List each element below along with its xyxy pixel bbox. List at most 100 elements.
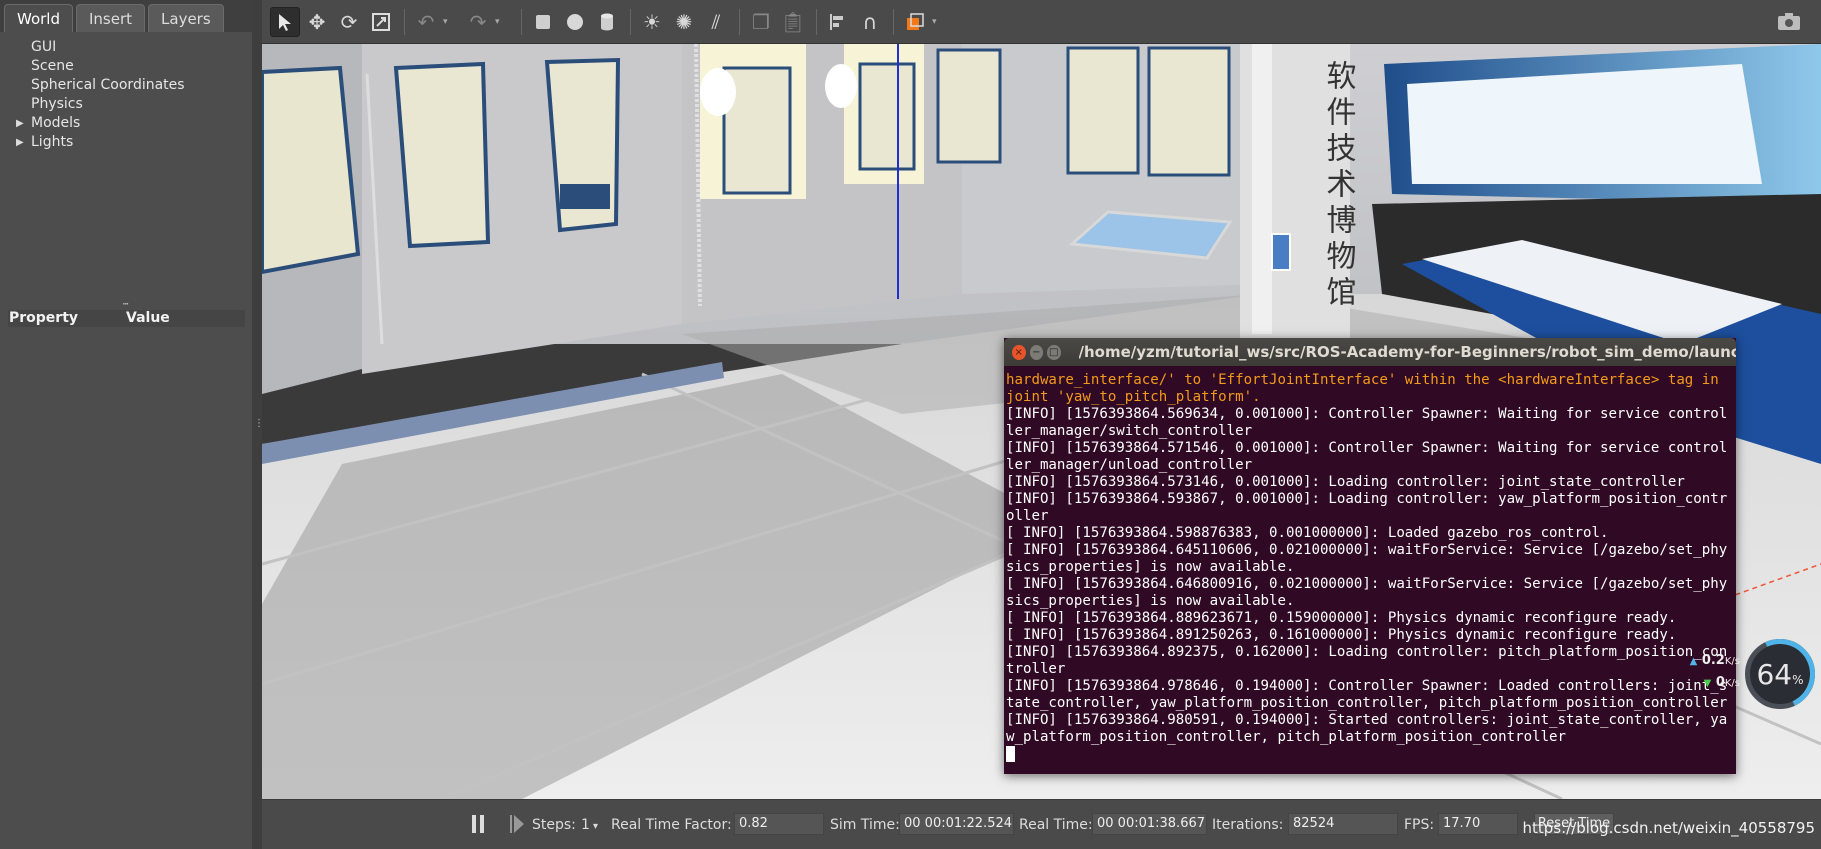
terminal-line: [INFO] [1576393864.980591, 0.194000]: St… <box>1006 712 1728 745</box>
tree-item-scene[interactable]: Scene <box>0 57 252 76</box>
terminal-output[interactable]: hardware_interface/' to 'EffortJointInte… <box>1004 366 1736 768</box>
pause-icon <box>472 815 484 833</box>
watermark: https://blog.csdn.net/weixin_40558795 <box>1522 819 1815 837</box>
world-tree: GUI Scene Spherical Coordinates Physics … <box>0 38 252 152</box>
insert-cylinder-button[interactable] <box>592 7 622 37</box>
upload-value: 0.2 <box>1701 653 1725 668</box>
terminal-line: [ INFO] [1576393864.889623671, 0.1590000… <box>1006 610 1677 626</box>
pause-button[interactable] <box>470 814 486 838</box>
spot-light-icon: ✺ <box>675 9 693 34</box>
upload-rate: ▲ 0.2K/s <box>1668 653 1746 675</box>
tree-item-gui[interactable]: GUI <box>0 38 252 57</box>
tab-layers[interactable]: Layers <box>148 4 224 32</box>
redo-icon: ↷ <box>469 9 487 34</box>
terminal-window[interactable]: × − □ /home/yzm/tutorial_ws/src/ROS-Acad… <box>1004 338 1736 774</box>
steps-label: Steps: <box>532 817 576 833</box>
redo-button[interactable]: ↷ <box>463 7 493 37</box>
align-icon <box>830 13 843 30</box>
fps-field: 17.70 <box>1438 813 1518 835</box>
change-view-icon <box>907 12 924 30</box>
left-panel: World Insert Layers GUI Scene Spherical … <box>0 0 252 849</box>
directional-light-icon: ⫽ <box>711 9 721 34</box>
rtf-label: Real Time Factor: <box>611 817 732 833</box>
undo-button[interactable]: ↶ <box>411 7 441 37</box>
real-time-label: Real Time: <box>1019 817 1093 833</box>
copy-button[interactable]: ❐ <box>746 7 776 37</box>
rtf-field: 0.82 <box>734 813 824 835</box>
terminal-line: [ INFO] [1576393864.598876383, 0.0010000… <box>1006 525 1609 541</box>
cpu-usage-unit: % <box>1792 673 1804 687</box>
panel-splitter[interactable]: ⋮ <box>252 0 264 849</box>
paste-icon: 📋︎ <box>780 9 806 34</box>
iterations-label: Iterations: <box>1212 817 1284 833</box>
maximize-icon[interactable]: □ <box>1047 344 1061 360</box>
snap-icon: ∩ <box>862 9 878 34</box>
download-arrow-icon: ▼ <box>1703 678 1712 689</box>
snap-button[interactable]: ∩ <box>855 7 885 37</box>
sim-time-label: Sim Time: <box>830 817 900 833</box>
view-dropdown-icon[interactable]: ▾ <box>932 17 946 27</box>
terminal-line: [INFO] [1576393864.569634, 0.001000]: Co… <box>1006 406 1728 439</box>
upload-arrow-icon: ▲ <box>1689 656 1698 667</box>
upload-unit: K/s <box>1724 656 1740 667</box>
resize-handle-icon[interactable]: ┅ <box>123 300 129 310</box>
rotate-icon: ⟳ <box>340 9 358 34</box>
cpu-usage-percent: 64% <box>1750 658 1810 691</box>
screenshot-icon[interactable] <box>1777 11 1801 33</box>
tree-item-label: Models <box>31 115 81 131</box>
toolbar-separator <box>404 8 405 35</box>
expand-arrow-icon[interactable]: ▶ <box>16 114 24 133</box>
real-time-field: 00 00:01:38.667 <box>1092 813 1207 835</box>
fps-label: FPS: <box>1404 817 1435 833</box>
close-icon[interactable]: × <box>1012 344 1026 360</box>
tree-item-label: Spherical Coordinates <box>31 77 185 93</box>
undo-dropdown-icon[interactable]: ▾ <box>443 17 457 27</box>
tree-item-spherical-coordinates[interactable]: Spherical Coordinates <box>0 76 252 95</box>
scale-mode-button[interactable] <box>366 7 396 37</box>
download-rate: ▼ 0K/s <box>1668 675 1746 697</box>
insert-sphere-button[interactable] <box>560 7 590 37</box>
tree-item-label: Lights <box>31 134 74 150</box>
steps-dropdown-icon[interactable]: ▾ <box>593 821 598 832</box>
property-table-header: Property Value <box>8 310 245 327</box>
terminal-line: [INFO] [1576393864.892375, 0.162000]: Lo… <box>1006 644 1728 677</box>
terminal-line: hardware_interface/' to 'EffortJointInte… <box>1006 372 1728 405</box>
insert-point-light-button[interactable]: ☀ <box>637 7 667 37</box>
steps-value[interactable]: 1 <box>581 817 590 833</box>
rotate-mode-button[interactable]: ⟳ <box>334 7 364 37</box>
insert-spot-light-button[interactable]: ✺ <box>669 7 699 37</box>
change-view-button[interactable] <box>900 7 930 37</box>
toolbar-separator <box>893 8 894 35</box>
download-value: 0 <box>1715 675 1725 690</box>
expand-arrow-icon[interactable]: ▶ <box>16 133 24 152</box>
step-button[interactable] <box>509 814 525 838</box>
tab-world[interactable]: World <box>4 4 73 32</box>
redo-dropdown-icon[interactable]: ▾ <box>495 17 509 27</box>
terminal-line: [ INFO] [1576393864.646800916, 0.0210000… <box>1006 576 1728 609</box>
minimize-icon[interactable]: − <box>1029 344 1043 360</box>
terminal-line: [INFO] [1576393864.593867, 0.001000]: Lo… <box>1006 491 1728 524</box>
tree-item-models[interactable]: ▶ Models <box>0 114 252 133</box>
insert-directional-light-button[interactable]: ⫽ <box>701 7 731 37</box>
insert-box-button[interactable] <box>528 7 558 37</box>
toolbar-separator <box>521 8 522 35</box>
tree-item-label: Physics <box>31 96 83 112</box>
terminal-title: /home/yzm/tutorial_ws/src/ROS-Academy-fo… <box>1078 343 1737 361</box>
toolbar-separator <box>739 8 740 35</box>
tree-item-physics[interactable]: Physics <box>0 95 252 114</box>
tab-insert[interactable]: Insert <box>76 4 146 32</box>
point-light-icon: ☀ <box>643 9 661 34</box>
terminal-line: [INFO] [1576393864.571546, 0.001000]: Co… <box>1006 440 1728 473</box>
align-button[interactable] <box>823 7 853 37</box>
network-speed-widget: ▲ 0.2K/s ▼ 0K/s 64% <box>1668 629 1821 719</box>
translate-mode-button[interactable]: ✥ <box>302 7 332 37</box>
tree-item-lights[interactable]: ▶ Lights <box>0 133 252 152</box>
box-icon <box>536 14 550 29</box>
paste-button[interactable]: 📋︎ <box>778 7 808 37</box>
download-unit: K/s <box>1724 678 1740 689</box>
tree-item-label: Scene <box>31 58 74 74</box>
terminal-titlebar[interactable]: × − □ /home/yzm/tutorial_ws/src/ROS-Acad… <box>1004 338 1736 366</box>
toolbar-separator <box>630 8 631 35</box>
select-mode-button[interactable] <box>270 6 300 37</box>
terminal-line: [ INFO] [1576393864.891250263, 0.1610000… <box>1006 627 1677 643</box>
